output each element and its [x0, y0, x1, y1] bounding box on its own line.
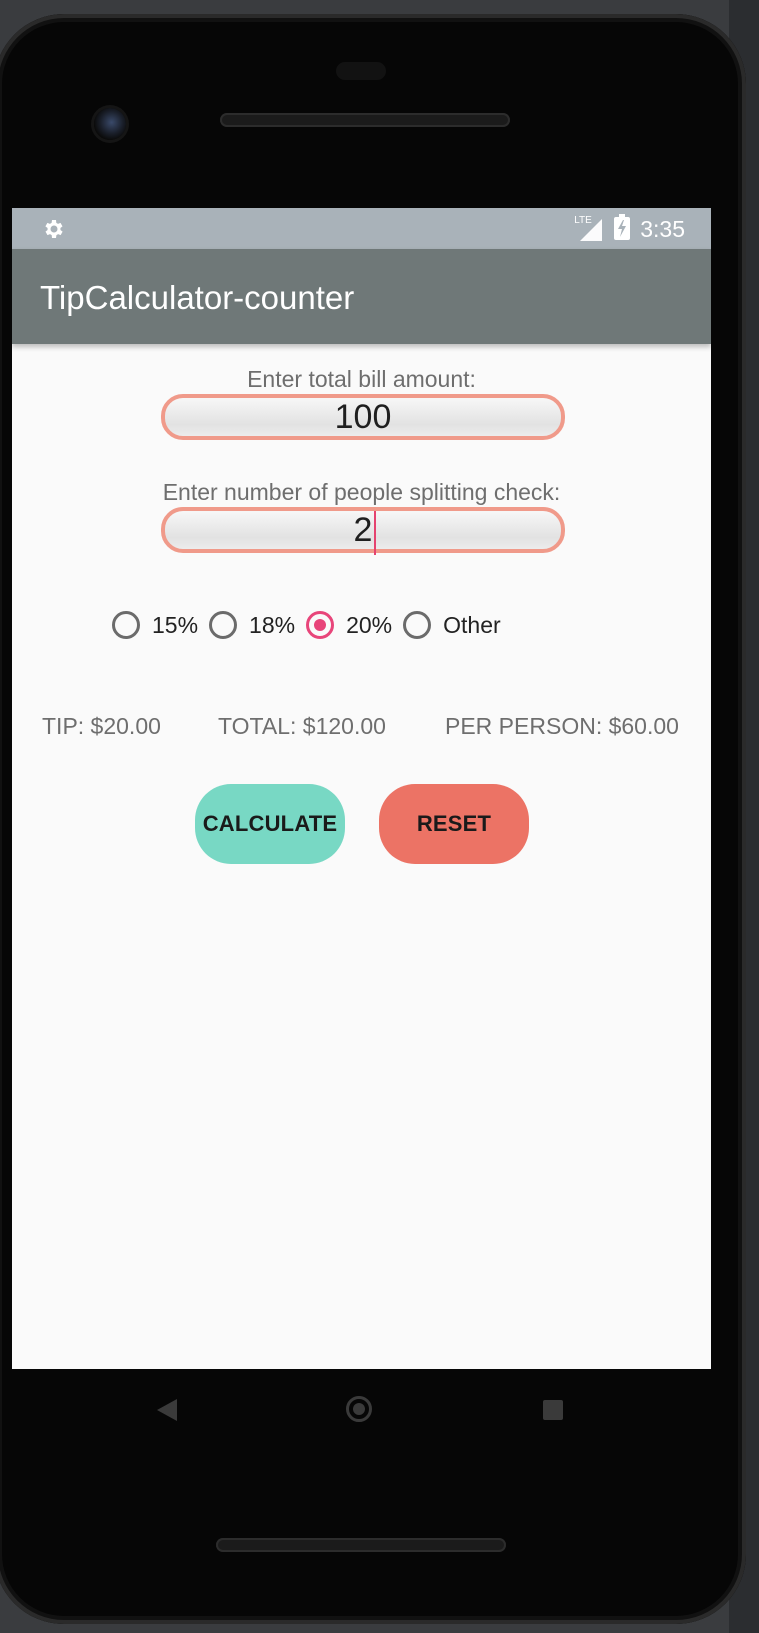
total-result: TOTAL: $120.00 [218, 713, 386, 739]
app-bar: TipCalculator-counter [12, 249, 711, 344]
bill-amount-input[interactable]: 100 [161, 394, 565, 440]
radio-option-18[interactable]: 18% [209, 611, 295, 639]
back-icon[interactable] [157, 1399, 177, 1421]
reset-button[interactable]: RESET [379, 784, 529, 864]
radio-button-unchecked-icon[interactable] [112, 611, 140, 639]
radio-label: 20% [346, 611, 393, 638]
radio-label: 18% [249, 611, 296, 638]
front-camera-icon [94, 108, 126, 140]
bottom-speaker [216, 1538, 506, 1552]
radio-label: 15% [152, 611, 199, 638]
battery-charging-icon [614, 214, 631, 245]
recents-icon[interactable] [543, 1400, 563, 1420]
lte-signal-icon: LTE [574, 215, 604, 243]
bill-amount-label: Enter total bill amount: [247, 366, 476, 392]
radio-option-other[interactable]: Other [403, 611, 501, 639]
status-bar: LTE 3:35 [12, 208, 711, 249]
people-count-value: 2 [353, 511, 373, 549]
app-title: TipCalculator-counter [40, 279, 355, 316]
bill-amount-value: 100 [334, 398, 392, 436]
settings-gear-icon [42, 217, 66, 246]
tip-result: TIP: $20.00 [42, 713, 161, 739]
radio-button-checked-icon[interactable] [306, 611, 335, 639]
people-count-input[interactable]: 2 [161, 507, 565, 555]
radio-button-unchecked-icon[interactable] [209, 611, 238, 639]
radio-label: Other [443, 611, 501, 638]
app-screen: LTE 3:35 TipCalculator-counter Enter tot… [12, 208, 711, 1369]
tip-percentage-radio-group: 15% 18% 20% Other [112, 611, 512, 639]
radio-option-20[interactable]: 20% [306, 611, 392, 639]
home-icon[interactable] [346, 1396, 372, 1422]
radio-option-15[interactable]: 15% [112, 611, 198, 639]
status-time: 3:35 [640, 216, 685, 242]
radio-button-unchecked-icon[interactable] [403, 611, 432, 639]
people-count-label: Enter number of people splitting check: [162, 479, 561, 505]
per-person-result: PER PERSON: $60.00 [445, 713, 679, 739]
calculate-button[interactable]: CALCULATE [195, 784, 345, 864]
phone-frame: LTE 3:35 TipCalculator-counter Enter tot… [0, 14, 746, 1624]
text-cursor [374, 511, 376, 555]
earpiece-speaker [220, 113, 510, 127]
navigation-bar [12, 1369, 711, 1449]
proximity-sensor [336, 62, 386, 80]
